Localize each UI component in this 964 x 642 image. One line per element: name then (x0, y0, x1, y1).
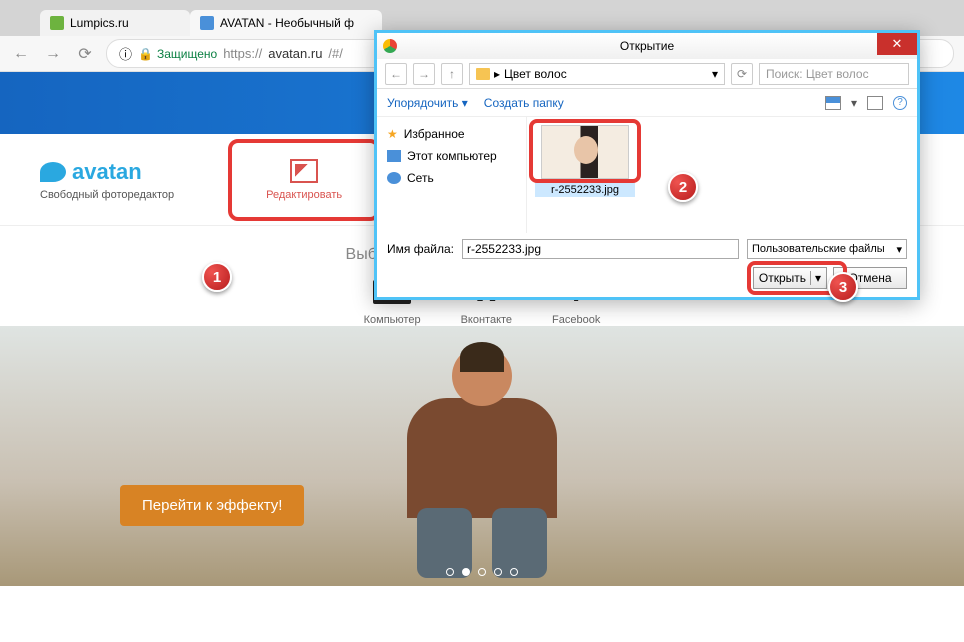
tab-title: Lumpics.ru (70, 16, 129, 30)
sort-menu[interactable]: Упорядочить ▾ (387, 96, 468, 110)
browser-tab[interactable]: Lumpics.ru (40, 10, 190, 36)
dialog-titlebar: Открытие ✕ (377, 33, 917, 59)
new-folder-button[interactable]: Создать папку (484, 96, 564, 110)
callout-badge-1: 1 (202, 262, 232, 292)
slide-dot[interactable] (510, 568, 518, 576)
whale-icon (40, 162, 66, 182)
help-icon[interactable]: ? (893, 96, 907, 110)
file-list[interactable]: r-2552233.jpg (527, 117, 917, 233)
url-scheme: https:// (223, 46, 262, 61)
folder-icon (476, 68, 490, 80)
cta-button[interactable]: Перейти к эффекту! (120, 485, 304, 526)
refresh-button[interactable]: ⟳ (731, 63, 753, 85)
slide-dot[interactable] (494, 568, 502, 576)
dialog-sidebar: ★Избранное Этот компьютер Сеть (377, 117, 527, 233)
logo-block[interactable]: avatan Свободный фоторедактор (40, 159, 174, 201)
url-path: /#/ (328, 46, 342, 61)
callout-badge-3: 3 (828, 272, 858, 302)
file-item[interactable]: r-2552233.jpg (535, 125, 635, 197)
secure-badge: 🔒 Защищено (138, 47, 217, 61)
slide-dot[interactable] (446, 568, 454, 576)
url-domain: avatan.ru (268, 46, 322, 61)
computer-icon (387, 150, 401, 162)
nav-back-button[interactable]: ← (385, 63, 407, 85)
nav-forward-button[interactable]: → (413, 63, 435, 85)
sidebar-network[interactable]: Сеть (387, 167, 516, 189)
slide-dot[interactable] (462, 568, 470, 576)
hero-person (352, 346, 612, 586)
edit-button[interactable]: Редактировать (234, 145, 374, 215)
preview-icon[interactable] (867, 96, 883, 110)
dialog-title: Открытие (620, 39, 674, 53)
filetype-select[interactable]: Пользовательские файлы▾ (747, 239, 907, 259)
favicon-icon (200, 16, 214, 30)
close-button[interactable]: ✕ (877, 33, 917, 55)
image-icon (290, 159, 318, 183)
star-icon: ★ (387, 127, 398, 141)
sidebar-computer[interactable]: Этот компьютер (387, 145, 516, 167)
filename-label: Имя файла: (387, 242, 454, 256)
breadcrumb-folder: Цвет волос (504, 67, 567, 81)
callout-badge-2: 2 (668, 172, 698, 202)
sidebar-favorites[interactable]: ★Избранное (387, 123, 516, 145)
back-button[interactable]: ← (10, 43, 32, 65)
tab-title: AVATAN - Необычный ф (220, 16, 354, 30)
thumbnail-image (541, 125, 629, 179)
network-icon (387, 172, 401, 184)
view-icon[interactable] (825, 96, 841, 110)
nav-up-button[interactable]: ↑ (441, 63, 463, 85)
browser-tab[interactable]: AVATAN - Необычный ф (190, 10, 382, 36)
hero-slide: Перейти к эффекту! (0, 326, 964, 586)
forward-button[interactable]: → (42, 43, 64, 65)
search-input[interactable]: Поиск: Цвет волос (759, 63, 909, 85)
slide-dot[interactable] (478, 568, 486, 576)
breadcrumb[interactable]: ▸ Цвет волос ▾ (469, 63, 725, 85)
info-icon: ⓘ (119, 44, 132, 63)
file-open-dialog: Открытие ✕ ← → ↑ ▸ Цвет волос ▾ ⟳ Поиск:… (374, 30, 920, 300)
favicon-icon (50, 16, 64, 30)
dialog-nav: ← → ↑ ▸ Цвет волос ▾ ⟳ Поиск: Цвет волос (377, 59, 917, 89)
tagline: Свободный фоторедактор (40, 189, 174, 201)
chrome-icon (383, 39, 397, 53)
brand-logo: avatan (40, 159, 174, 185)
file-name-label: r-2552233.jpg (535, 183, 635, 197)
dialog-toolbar: Упорядочить ▾ Создать папку ▾ ? (377, 89, 917, 117)
reload-button[interactable]: ⟳ (74, 43, 96, 65)
filename-input[interactable] (462, 239, 739, 259)
slide-dots (446, 568, 518, 576)
